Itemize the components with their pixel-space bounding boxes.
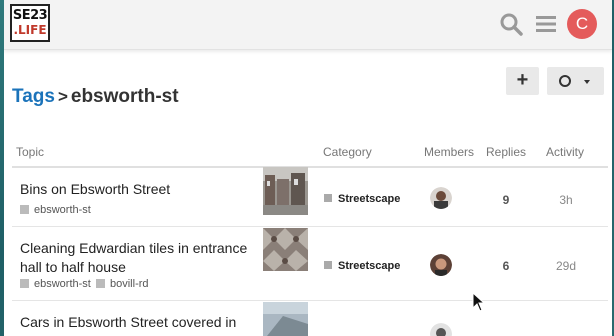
column-header-activity[interactable]: Activity	[546, 145, 584, 159]
topic-category[interactable]: Streetscape	[324, 260, 400, 272]
reply-count: 6	[502, 259, 510, 273]
topic-row[interactable]: Cleaning Edwardian tiles in entrance hal…	[4, 227, 612, 300]
topic-thumbnail[interactable]	[263, 302, 308, 336]
topic-thumbnail[interactable]	[263, 228, 308, 271]
site-logo[interactable]: SE23 .LIFE	[10, 4, 50, 42]
breadcrumb: Tags > ebsworth-st	[12, 86, 179, 108]
topic-title[interactable]: Cleaning Edwardian tiles in entrance hal…	[20, 239, 260, 277]
caret-down-icon	[584, 80, 590, 84]
topic-title[interactable]: Cars in Ebsworth Street covered in	[20, 313, 260, 332]
reply-count: 9	[502, 193, 510, 207]
topic-tag[interactable]: bovill-rd	[96, 278, 149, 290]
topic-row[interactable]: Bins on Ebsworth Street ebsworth-st Stre…	[4, 167, 612, 226]
circle-notification-icon	[559, 75, 571, 87]
member-avatar[interactable]	[430, 254, 452, 276]
column-header-replies[interactable]: Replies	[486, 145, 526, 159]
breadcrumb-separator: >	[57, 87, 68, 106]
app-window: SE23 .LIFE C Tags > ebsworth-st + Topic Ca…	[4, 0, 612, 336]
last-activity[interactable]: 3h	[544, 193, 588, 207]
search-icon[interactable]	[498, 11, 524, 37]
topic-tag[interactable]: ebsworth-st	[20, 204, 91, 216]
page-title: ebsworth-st	[70, 86, 179, 107]
topic-tag[interactable]: ebsworth-st	[20, 278, 91, 290]
mouse-pointer-icon	[472, 292, 486, 312]
column-header-topic[interactable]: Topic	[16, 145, 44, 159]
topic-category[interactable]: Streetscape	[324, 193, 400, 205]
breadcrumb-tags-link[interactable]: Tags	[12, 86, 55, 107]
create-topic-button[interactable]: +	[506, 67, 539, 95]
logo-text-top: SE23	[12, 8, 48, 23]
topic-row[interactable]: Cars in Ebsworth Street covered in	[4, 301, 612, 336]
member-avatar[interactable]	[430, 187, 452, 209]
last-activity[interactable]: 29d	[544, 259, 588, 273]
member-avatar[interactable]	[430, 323, 452, 336]
topic-thumbnail[interactable]	[263, 167, 308, 215]
notification-level-button[interactable]	[547, 67, 604, 95]
user-avatar[interactable]: C	[567, 9, 597, 39]
hamburger-menu-icon[interactable]	[534, 11, 560, 37]
column-header-members[interactable]: Members	[424, 145, 474, 159]
topic-title[interactable]: Bins on Ebsworth Street	[20, 180, 260, 199]
logo-text-bottom: .LIFE	[13, 23, 47, 37]
column-header-category[interactable]: Category	[323, 145, 372, 159]
site-header: SE23 .LIFE C	[4, 0, 612, 50]
